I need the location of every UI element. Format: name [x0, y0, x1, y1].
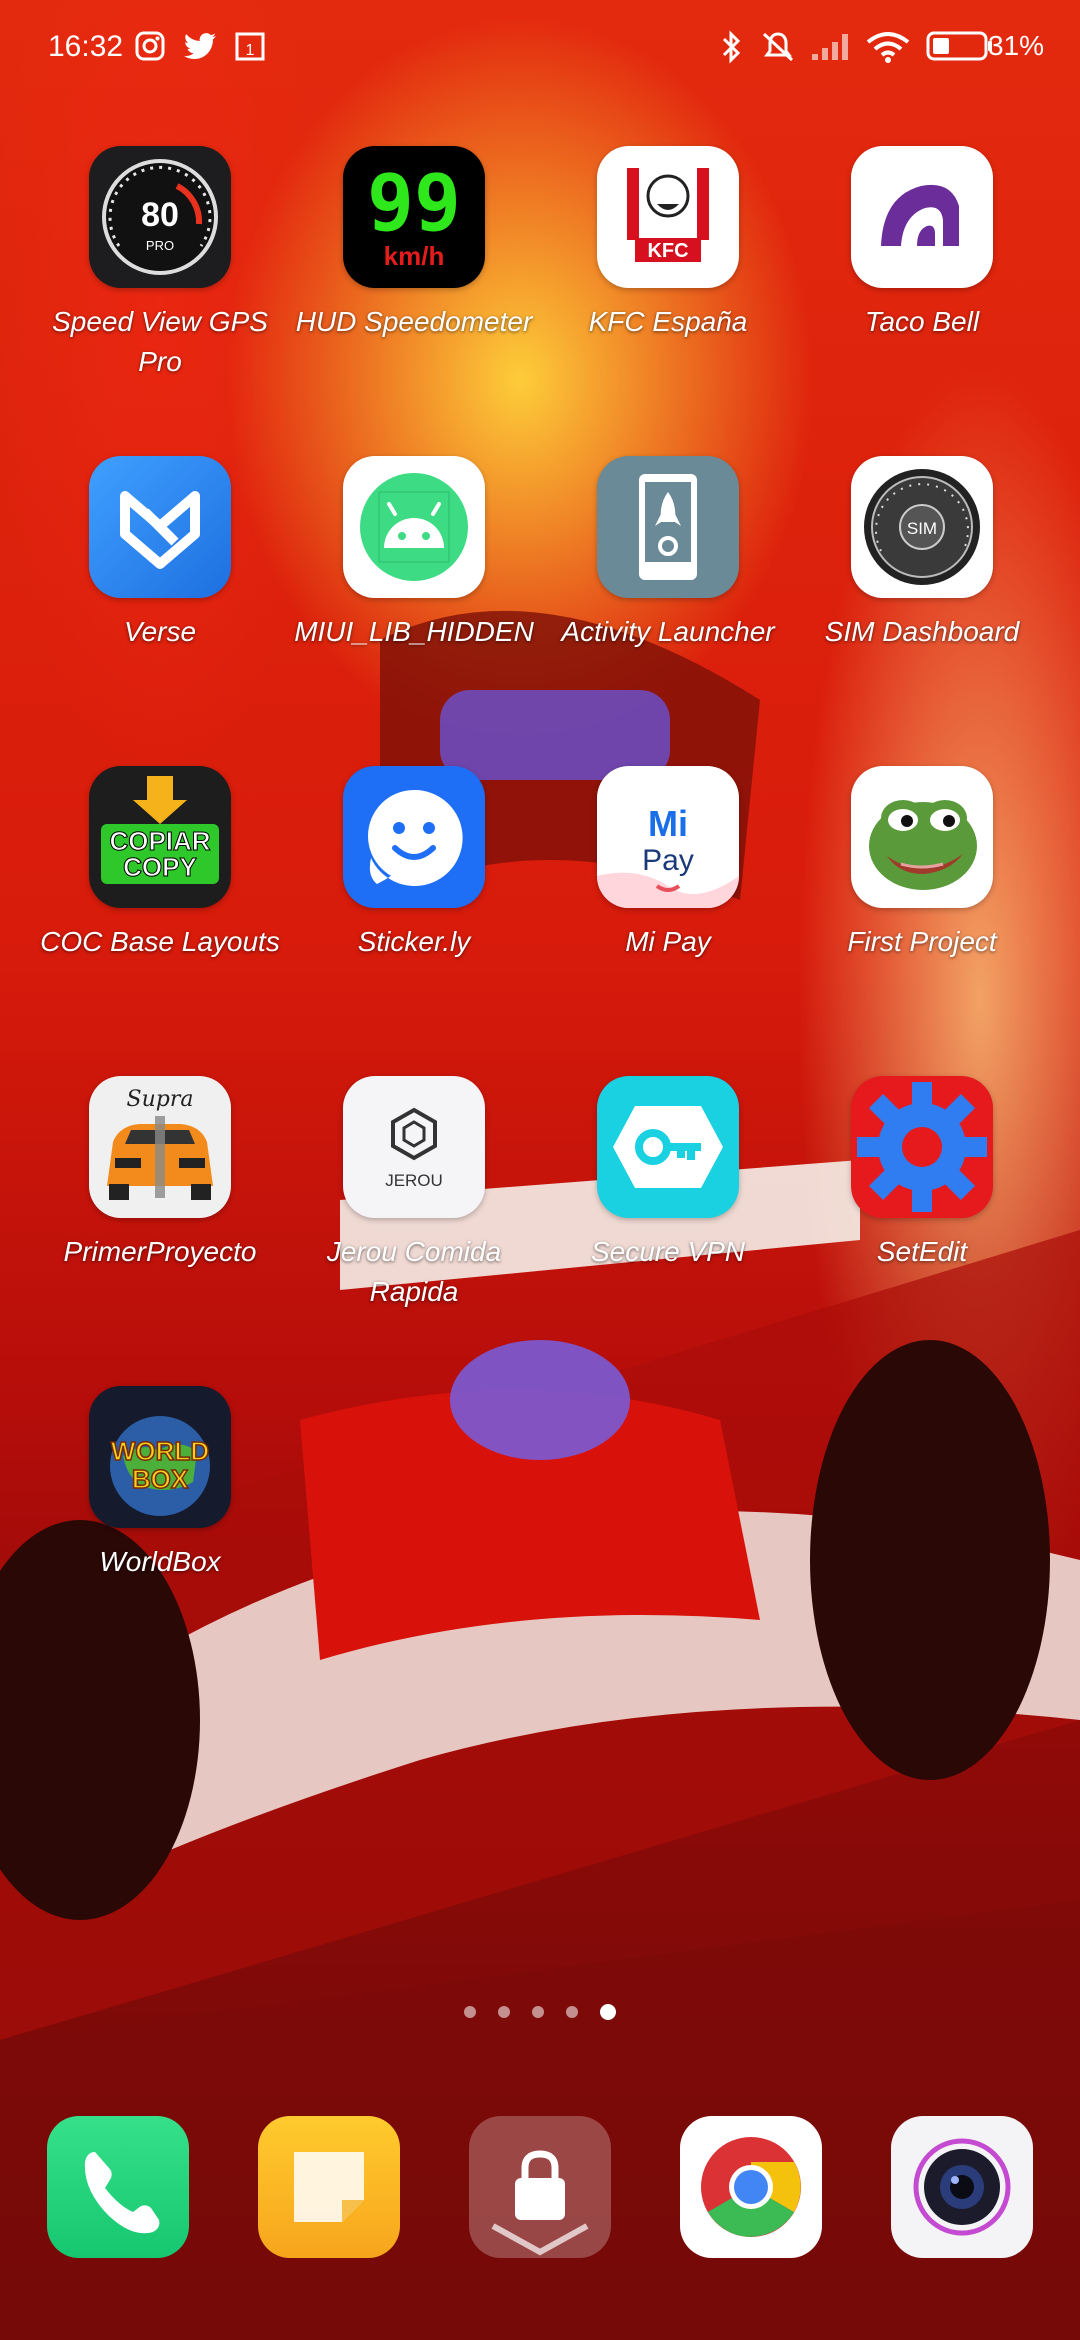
app-jerou-comida-rapida[interactable]: JEROU Jerou Comida Rapida	[289, 1076, 539, 1312]
activity-launcher-icon	[597, 456, 739, 598]
copy-icon: COPIAR COPY	[89, 766, 231, 908]
mi-pay-icon: Mi Pay	[597, 766, 739, 908]
speed-value: 80	[141, 196, 179, 234]
app-label: MIUI_LIB_HIDDEN	[294, 616, 534, 647]
app-label: First Project	[847, 926, 997, 957]
app-label: KFC España	[588, 306, 748, 337]
status-bar: 16:32 1 31%	[0, 0, 1080, 96]
dock-phone[interactable]	[47, 2116, 189, 2258]
app-label: SetEdit	[876, 1236, 968, 1267]
frog-icon	[851, 766, 993, 908]
page-dot[interactable]	[532, 2006, 544, 2018]
signal-icon	[810, 30, 854, 70]
supra-car-icon: Supra	[89, 1076, 231, 1218]
app-sim-dashboard[interactable]: SIM SIM Dashboard	[797, 456, 1047, 652]
app-coc-base-layouts[interactable]: COPIAR COPY COC Base Layouts	[35, 766, 285, 962]
app-speed-view-gps-pro[interactable]: 80 PRO Speed View GPS Pro	[35, 146, 285, 382]
bluetooth-icon	[720, 30, 744, 72]
kfc-icon: KFC	[597, 146, 739, 288]
svg-text:1: 1	[246, 42, 255, 59]
app-label: SIM Dashboard	[824, 616, 1020, 647]
speed-sub: PRO	[146, 238, 174, 253]
battery-percent: 31%	[987, 30, 1044, 61]
app-taco-bell[interactable]: Taco Bell	[797, 146, 1047, 342]
dock-chrome[interactable]	[680, 2116, 822, 2258]
dock-camera[interactable]	[891, 2116, 1033, 2258]
world-text: WORLD	[111, 1436, 209, 1466]
app-verse[interactable]: Verse	[35, 456, 285, 652]
phone-icon	[47, 2116, 189, 2258]
page-dot[interactable]	[498, 2006, 510, 2018]
chrome-icon	[680, 2116, 822, 2258]
status-time: 16:32	[48, 30, 124, 63]
page-dot[interactable]	[464, 2006, 476, 2018]
mi-text: Mi	[648, 803, 688, 844]
app-miui-lib-hidden[interactable]: MIUI_LIB_HIDDEN	[289, 456, 539, 652]
app-mi-pay[interactable]: Mi Pay Mi Pay	[543, 766, 793, 962]
hud-value: 99	[367, 159, 461, 249]
verse-icon	[89, 456, 231, 598]
app-worldbox[interactable]: WORLD BOX WorldBox	[35, 1386, 285, 1582]
app-label: HUD Speedometer	[295, 306, 533, 337]
jerou-icon: JEROU	[343, 1076, 485, 1218]
app-secure-vpn[interactable]: Secure VPN	[543, 1076, 793, 1272]
page-dot[interactable]	[566, 2006, 578, 2018]
sim-gauge-icon: SIM	[851, 456, 993, 598]
android-icon	[343, 456, 485, 598]
twitter-icon	[182, 30, 218, 70]
page-indicator[interactable]	[0, 2004, 1080, 2020]
worldbox-icon: WORLD BOX	[89, 1386, 231, 1528]
app-primer-proyecto[interactable]: Supra PrimerProyecto	[35, 1076, 285, 1272]
battery-icon	[926, 30, 994, 70]
instagram-icon	[134, 30, 166, 70]
app-label: Sticker.ly	[357, 926, 471, 957]
wifi-icon	[866, 30, 910, 72]
app-label: Jerou Comida Rapida	[326, 1236, 502, 1307]
taco-bell-icon	[851, 146, 993, 288]
app-label: WorldBox	[99, 1546, 221, 1577]
app-first-project[interactable]: First Project	[797, 766, 1047, 962]
app-label: Speed View GPS Pro	[52, 306, 268, 377]
notes-icon	[258, 2116, 400, 2258]
app-hud-speedometer[interactable]: 99 km/h HUD Speedometer	[289, 146, 539, 342]
app-label: PrimerProyecto	[63, 1236, 257, 1267]
kfc-text: KFC	[647, 240, 688, 262]
supra-text: Supra	[127, 1087, 194, 1112]
dock-notes[interactable]	[258, 2116, 400, 2258]
calendar-icon: 1	[234, 30, 266, 70]
key-icon	[597, 1076, 739, 1218]
app-label: Secure VPN	[590, 1236, 746, 1267]
app-label: Activity Launcher	[561, 616, 775, 647]
jerou-text: JEROU	[385, 1171, 443, 1190]
dock-app-lock[interactable]	[469, 2116, 611, 2258]
box-text: BOX	[132, 1464, 189, 1494]
page-dot-active[interactable]	[600, 2004, 616, 2020]
sim-text: SIM	[907, 519, 937, 538]
app-label: Mi Pay	[625, 926, 711, 957]
app-label: Taco Bell	[864, 306, 980, 337]
app-activity-launcher[interactable]: Activity Launcher	[543, 456, 793, 652]
camera-icon	[891, 2116, 1033, 2258]
speedometer-icon: 80 PRO	[89, 146, 231, 288]
smiley-icon	[343, 766, 485, 908]
app-kfc-espana[interactable]: KFC KFC España	[543, 146, 793, 342]
app-sticker-ly[interactable]: Sticker.ly	[289, 766, 539, 962]
pay-text: Pay	[642, 844, 694, 877]
ringer-muted-icon	[760, 30, 796, 72]
copy-text: COPY	[123, 852, 197, 882]
lock-icon	[469, 2116, 611, 2258]
gear-icon	[851, 1076, 993, 1218]
hud-speed-icon: 99 km/h	[343, 146, 485, 288]
app-label: COC Base Layouts	[40, 926, 280, 957]
app-setedit[interactable]: SetEdit	[797, 1076, 1047, 1272]
app-label: Verse	[123, 616, 197, 647]
